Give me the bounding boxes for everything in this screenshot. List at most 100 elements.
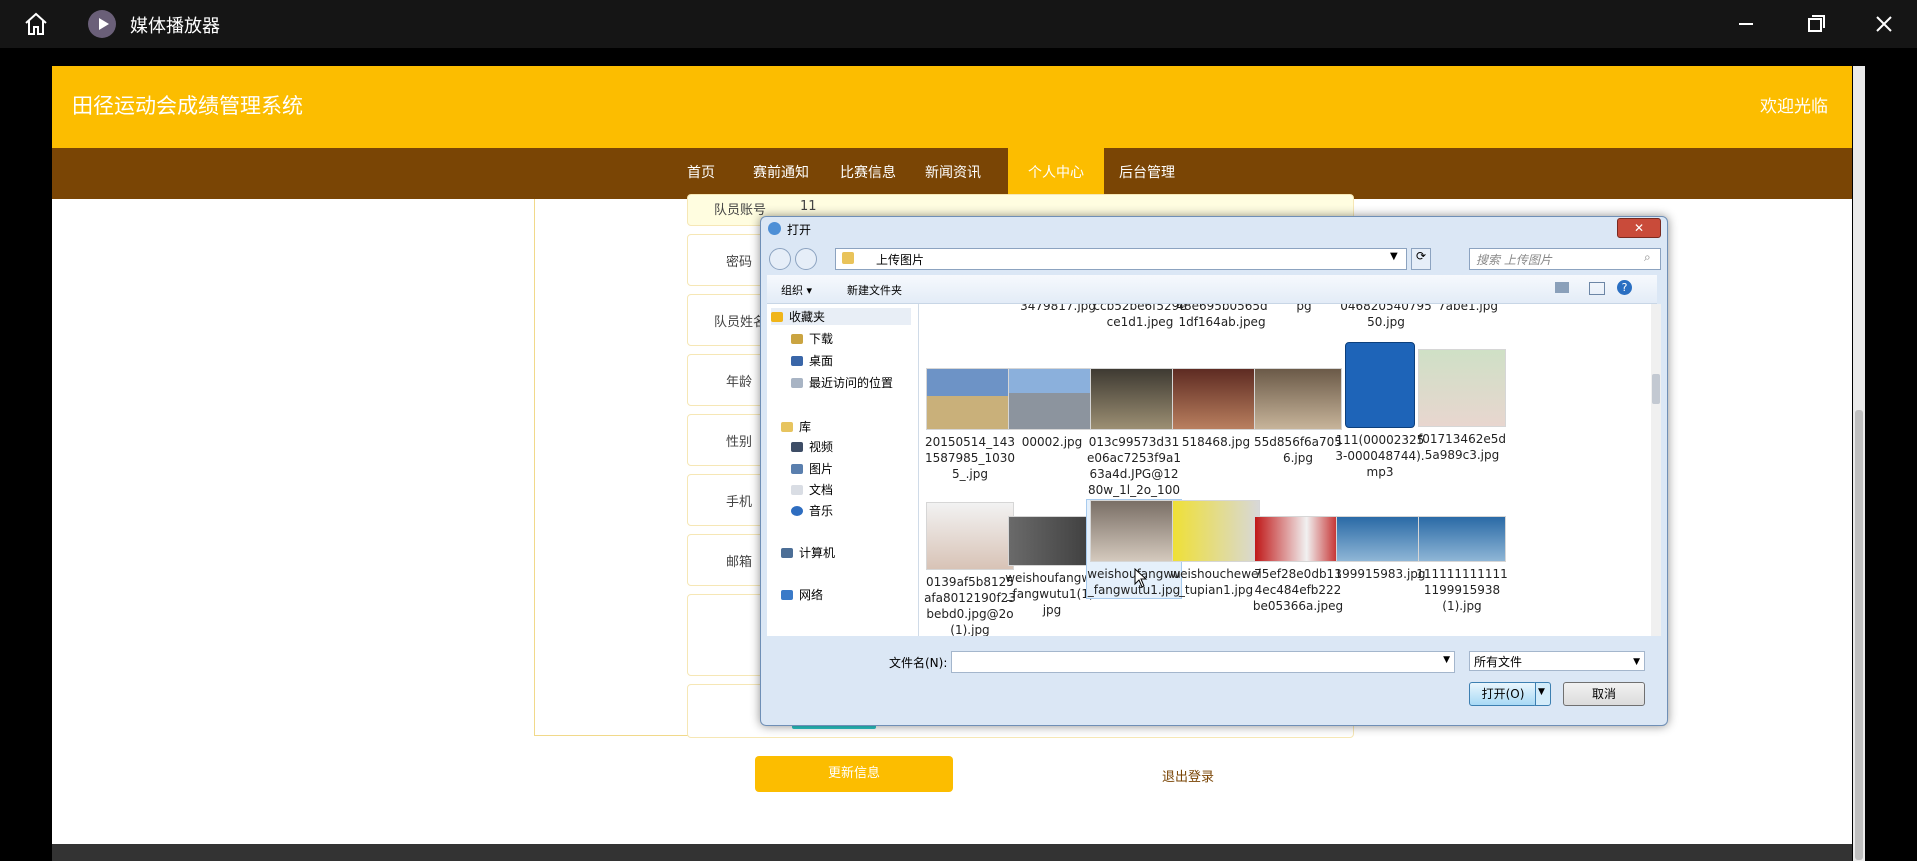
file-thumbnail: [1172, 368, 1260, 430]
player-logo-icon: [88, 10, 116, 38]
navigation-pane: 收藏夹 下载 桌面 最近访问的位置 库 视频 图片 文档 音乐 计算机 网络: [767, 304, 919, 636]
file-thumbnail: [1090, 368, 1178, 430]
filename-input[interactable]: ▼: [951, 651, 1455, 673]
music-icon: [791, 506, 803, 516]
file-thumbnail: [1254, 516, 1342, 562]
nav-computer[interactable]: 计算机: [781, 544, 835, 561]
open-dropdown-button[interactable]: ▼: [1535, 682, 1551, 706]
nav-network[interactable]: 网络: [781, 586, 823, 603]
file-item[interactable]: 48e695b0565d1df164ab.jpeg: [1175, 304, 1269, 330]
file-item[interactable]: 199915983.jpg: [1333, 516, 1427, 582]
forward-button[interactable]: [795, 248, 817, 270]
nav-recent[interactable]: 最近访问的位置: [791, 374, 893, 391]
nav-news[interactable]: 新闻资讯: [914, 148, 992, 199]
cancel-button[interactable]: 取消: [1563, 682, 1645, 706]
file-item[interactable]: pg: [1257, 304, 1351, 314]
file-item[interactable]: ccb52be6f529ece1d1.jpeg: [1093, 304, 1187, 330]
nav-pictures[interactable]: 图片: [791, 460, 833, 477]
restore-icon[interactable]: [1802, 10, 1830, 38]
nav-profile[interactable]: 个人中心: [1008, 148, 1104, 199]
file-list-scrollbar[interactable]: [1651, 304, 1661, 636]
file-name: 518468.jpg: [1181, 435, 1251, 449]
nav-home[interactable]: 首页: [672, 148, 730, 199]
file-name: 00002.jpg: [1021, 435, 1083, 449]
nav-libraries[interactable]: 库: [781, 418, 811, 435]
address-dropdown-icon[interactable]: ▼: [1390, 251, 1398, 262]
file-type-filter[interactable]: 所有文件 ▼: [1469, 651, 1645, 671]
refresh-button[interactable]: ⟳: [1411, 248, 1431, 270]
nav-recent-label: 最近访问的位置: [809, 376, 894, 390]
nav-favorites-label: 收藏夹: [789, 310, 826, 324]
file-name: 55d856f6a7056.jpg: [1254, 435, 1342, 465]
close-icon[interactable]: [1870, 10, 1898, 38]
home-icon[interactable]: [22, 10, 50, 38]
documents-icon: [791, 485, 803, 495]
file-item[interactable]: f01713462e5d5a989c3.jpg: [1415, 349, 1509, 463]
file-thumbnail: [1336, 516, 1424, 562]
folder-icon: [842, 252, 854, 264]
minimize-icon[interactable]: [1732, 10, 1760, 38]
file-item[interactable]: weishoufangwu_fangwutu1(1).jpg: [1005, 516, 1099, 618]
page-scrollbar-thumb[interactable]: [1855, 410, 1863, 860]
nav-favorites[interactable]: 收藏夹: [771, 308, 911, 325]
update-info-button[interactable]: 更新信息: [755, 756, 953, 792]
file-item[interactable]: 013c99573d31e06ac7253f9a163a4d.JPG@1280w…: [1087, 368, 1181, 514]
nav-documents-label: 文档: [809, 483, 834, 497]
search-placeholder: 搜索 上传图片: [1476, 253, 1552, 267]
player-title: 媒体播放器: [130, 16, 220, 37]
file-item[interactable]: 7abe1.jpg: [1421, 304, 1515, 314]
nav-notices[interactable]: 赛前通知: [742, 148, 820, 199]
help-icon[interactable]: ?: [1617, 280, 1632, 295]
preview-pane-icon[interactable]: [1589, 282, 1605, 295]
filename-label: 文件名(N):: [889, 656, 948, 670]
file-item[interactable]: 00002.jpg: [1005, 368, 1099, 450]
logout-link[interactable]: 退出登录: [1162, 766, 1214, 785]
file-list-scroll-thumb[interactable]: [1652, 374, 1660, 404]
file-item[interactable]: 75ef28e0db134ec484efb222be05366a.jpeg: [1251, 516, 1345, 614]
dialog-title: 打开: [787, 223, 812, 237]
main-nav: 首页 赛前通知 比赛信息 新闻资讯 个人中心 后台管理: [52, 148, 1852, 199]
file-item[interactable]: 04682054079550.jpg: [1339, 304, 1433, 330]
file-item[interactable]: 1111111111111199915938(1).jpg: [1415, 516, 1509, 614]
file-thumbnail: [1008, 368, 1096, 430]
dialog-close-button[interactable]: ✕: [1617, 218, 1661, 238]
nav-admin[interactable]: 后台管理: [1104, 148, 1190, 199]
name-label: 队员姓名: [714, 315, 767, 330]
nav-network-label: 网络: [799, 588, 824, 602]
file-thumbnail: [1418, 349, 1506, 427]
organize-menu[interactable]: 组织 ▾: [781, 282, 812, 298]
nav-videos[interactable]: 视频: [791, 438, 833, 455]
file-item[interactable]: 111(000023253-000048744).mp3: [1333, 342, 1427, 480]
file-thumbnail: [1418, 516, 1506, 562]
file-item[interactable]: 0139af5b8125afa8012190f23bebd0.jpg@2o(1)…: [923, 502, 1017, 636]
file-item[interactable]: 20150514_1431587985_10305_.jpg: [923, 368, 1017, 482]
file-name: f01713462e5d5a989c3.jpg: [1418, 432, 1506, 462]
file-item[interactable]: 518468.jpg: [1169, 368, 1263, 450]
nav-downloads[interactable]: 下载: [791, 330, 833, 347]
new-folder-button[interactable]: 新建文件夹: [847, 282, 902, 298]
file-name: 1111111111111199915938(1).jpg: [1416, 567, 1508, 613]
nav-music[interactable]: 音乐: [791, 502, 833, 519]
video-file-icon: [1345, 342, 1415, 428]
filename-dropdown-icon[interactable]: ▼: [1443, 655, 1450, 665]
nav-pictures-label: 图片: [809, 462, 834, 476]
library-icon: [781, 422, 793, 432]
file-item[interactable]: 3479817.jpg: [1011, 304, 1105, 314]
nav-documents[interactable]: 文档: [791, 481, 833, 498]
search-input[interactable]: 搜索 上传图片 ⌕: [1469, 248, 1661, 270]
file-item[interactable]: 55d856f6a7056.jpg: [1251, 368, 1345, 466]
videos-icon: [791, 442, 803, 452]
file-list: 3479817.jpg ccb52be6f529ece1d1.jpeg 48e6…: [919, 304, 1651, 636]
breadcrumb[interactable]: 上传图片: [876, 251, 924, 268]
account-value[interactable]: 11: [800, 199, 817, 214]
nav-desktop[interactable]: 桌面: [791, 352, 833, 369]
open-button[interactable]: 打开(O): [1469, 682, 1537, 706]
file-item[interactable]: weishouchewei_tupian1.jpg: [1169, 500, 1263, 598]
view-options-icon[interactable]: [1555, 282, 1569, 293]
file-name: 111(000023253-000048744).mp3: [1335, 433, 1425, 479]
nav-matches[interactable]: 比赛信息: [832, 148, 904, 199]
address-bar[interactable]: 上传图片 ▼: [835, 248, 1407, 270]
open-file-dialog: 打开 ✕ 上传图片 ▼ ⟳ 搜索 上传图片 ⌕ 组织 ▾ 新建文件夹 ? 收藏夹…: [760, 216, 1668, 726]
chevron-down-icon: ▼: [1538, 687, 1545, 697]
back-button[interactable]: [769, 248, 791, 270]
